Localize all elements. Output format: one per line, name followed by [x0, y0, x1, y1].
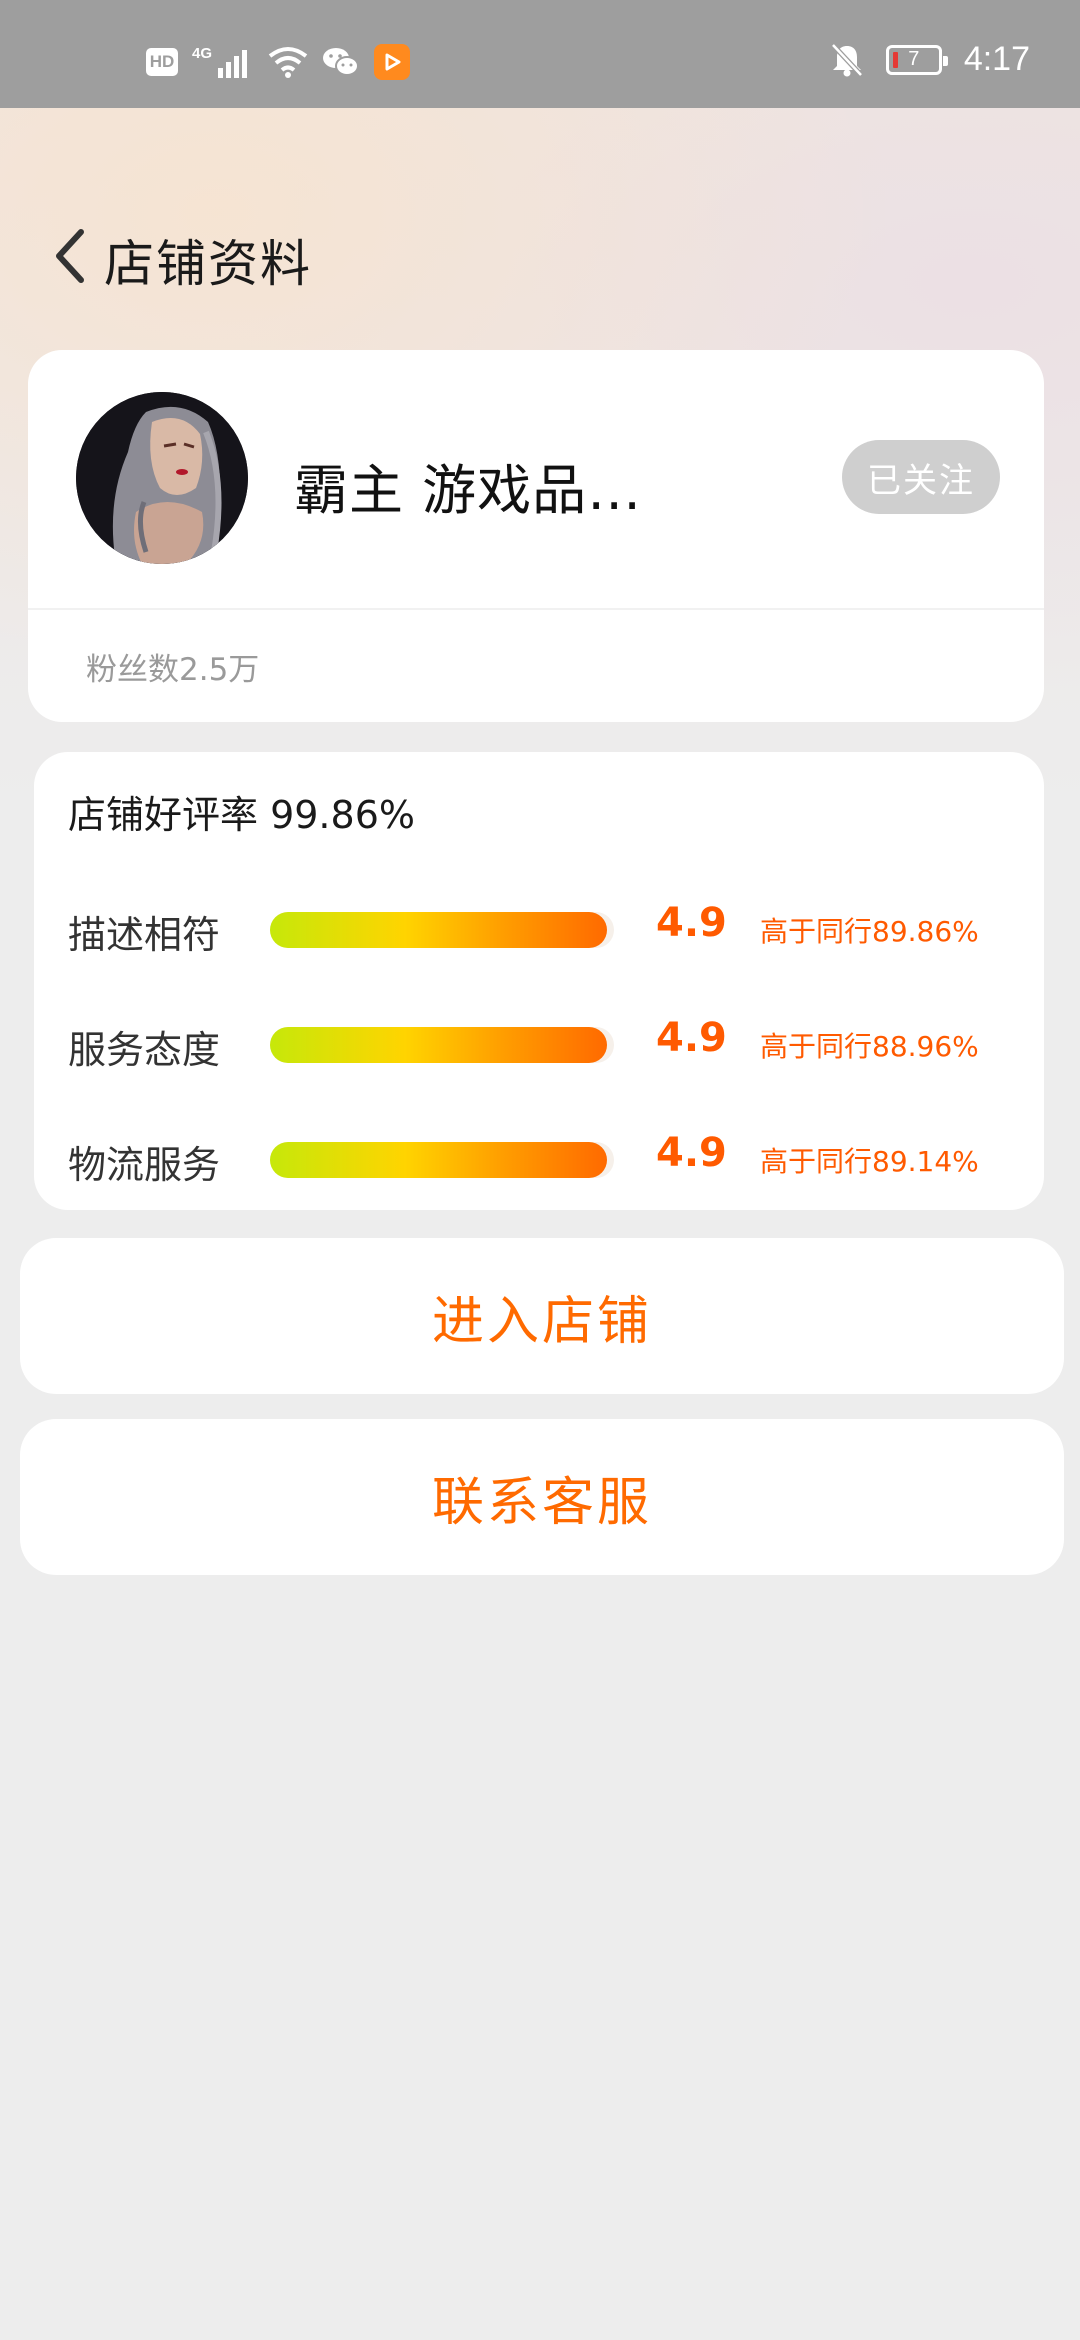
fans-count: 粉丝数2.5万 [86, 652, 260, 688]
shop-info-card: 霸主 游戏品… 已关注 粉丝数2.5万 [28, 350, 1044, 722]
hd-icon: HD [146, 48, 178, 76]
battery-icon: 7 [885, 44, 948, 75]
contact-service-button[interactable]: 联系客服 [20, 1419, 1064, 1575]
rating-compare: 高于同行89.86% [760, 915, 979, 948]
rating-label: 描述相符 [68, 913, 221, 957]
signal-icon [218, 50, 248, 78]
enter-shop-button[interactable]: 进入店铺 [20, 1238, 1064, 1394]
rating-score: 4.9 [656, 1130, 727, 1176]
video-app-icon [374, 44, 411, 80]
rating-row: 物流服务 4.9 高于同行89.14% [34, 1126, 1044, 1187]
rating-compare: 高于同行89.14% [760, 1145, 979, 1178]
top-bar: 店铺资料 [0, 210, 1080, 300]
avatar-illustration [76, 392, 248, 564]
good-rate-title: 店铺好评率 99.86% [68, 793, 415, 837]
rating-card: 店铺好评率 99.86% 描述相符 4.9 高于同行89.86% 服务态度 4.… [34, 752, 1044, 1210]
wechat-icon [323, 48, 360, 76]
status-bar-right: 7 4:17 [830, 40, 1030, 79]
wifi-icon [268, 47, 308, 78]
rating-score: 4.9 [656, 1015, 727, 1061]
rating-label: 物流服务 [68, 1143, 221, 1187]
rating-row: 描述相符 4.9 高于同行89.86% [34, 896, 1044, 957]
battery-low-indicator [892, 51, 898, 68]
clock: 4:17 [963, 40, 1030, 78]
rating-bar-track [270, 1027, 614, 1063]
chevron-left-icon [56, 229, 84, 283]
shop-avatar[interactable] [76, 392, 248, 564]
rating-bar-fill [270, 1142, 608, 1178]
rating-row: 服务态度 4.9 高于同行88.96% [34, 1011, 1044, 1072]
rating-bar-fill [270, 1027, 608, 1063]
card-divider [28, 608, 1044, 610]
rating-compare: 高于同行88.96% [760, 1030, 979, 1063]
status-bar: HD 4G 7 4:17 [0, 0, 1080, 108]
follow-button[interactable]: 已关注 [842, 440, 1000, 514]
shop-name[interactable]: 霸主 游戏品… [294, 446, 642, 525]
rating-bar-fill [270, 912, 608, 948]
battery-level: 7 [908, 48, 920, 70]
rating-bar-track [270, 912, 614, 948]
rating-score: 4.9 [656, 900, 727, 946]
hd-label: HD [149, 52, 175, 71]
rating-bar-track [270, 1142, 614, 1178]
back-button[interactable] [44, 228, 96, 284]
network-type: 4G [192, 44, 213, 62]
page-title: 店铺资料 [104, 235, 312, 293]
status-bar-left: HD 4G [146, 44, 411, 80]
rating-label: 服务态度 [68, 1028, 221, 1072]
mute-bell-icon [830, 42, 863, 77]
